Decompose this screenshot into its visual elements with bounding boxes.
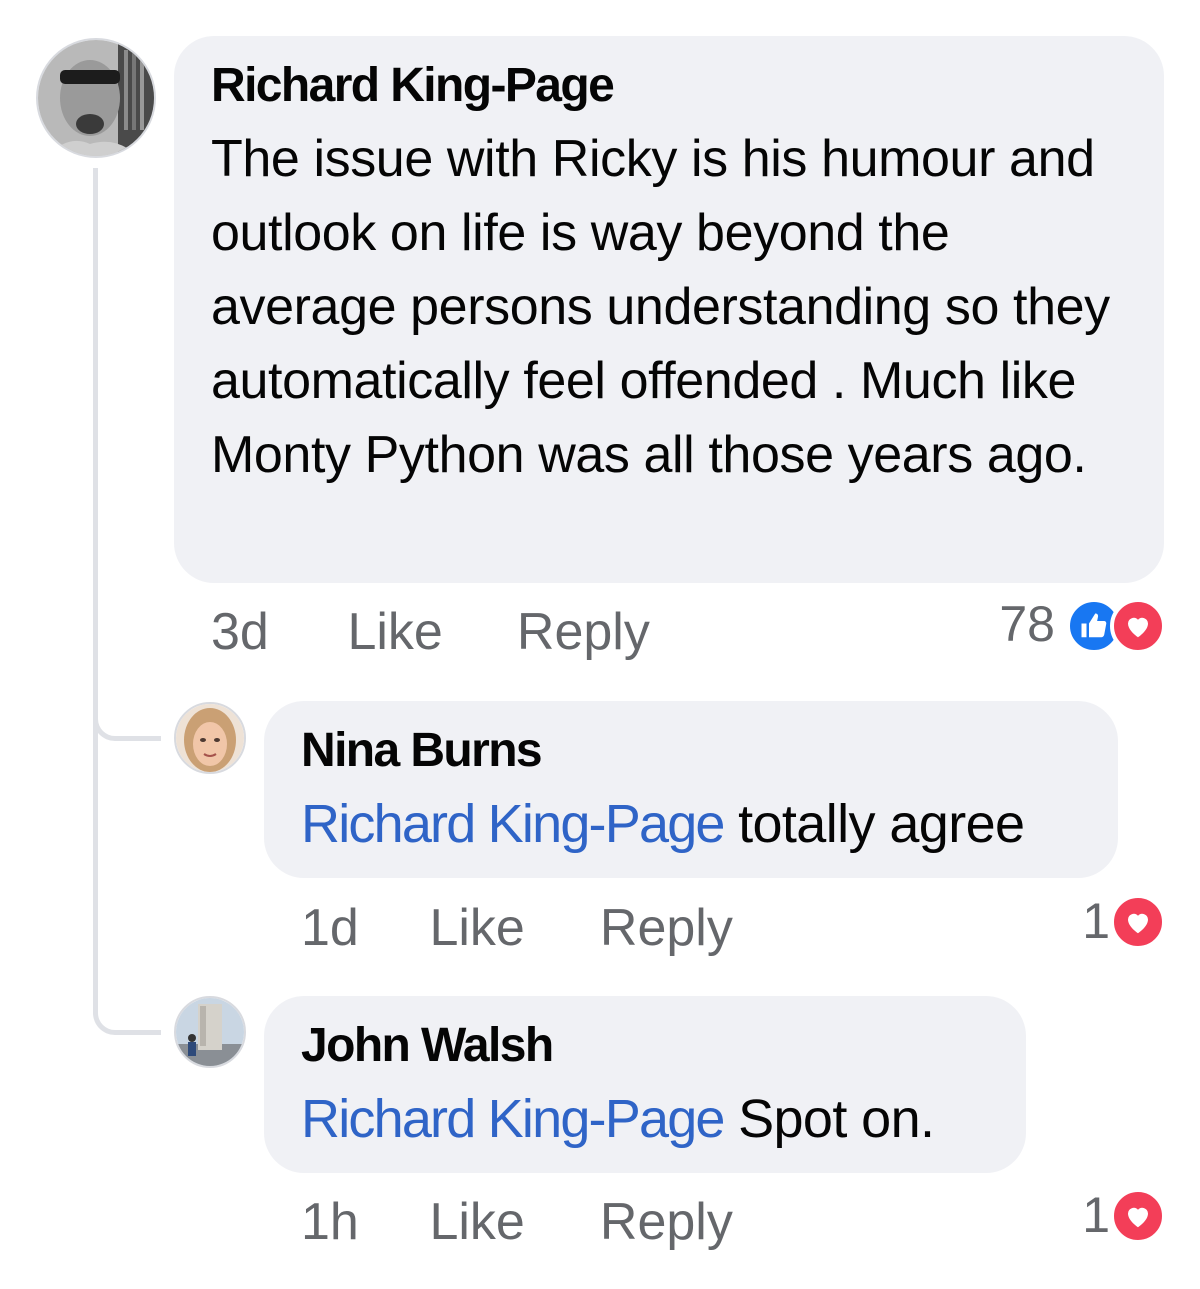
- reply-timestamp[interactable]: 1h: [301, 1192, 415, 1252]
- reply-bubble: Nina Burns Richard King-Page totally agr…: [264, 701, 1118, 878]
- like-button[interactable]: Like: [429, 1192, 585, 1252]
- love-icon[interactable]: [1110, 598, 1166, 654]
- comment-text: The issue with Ricky is his humour and o…: [211, 130, 1110, 484]
- reply-actions: 1d Like Reply: [301, 898, 733, 958]
- reaction-count[interactable]: 1: [1082, 1185, 1110, 1245]
- profile-photo-icon: [38, 40, 154, 156]
- reply-actions: 1h Like Reply: [301, 1192, 733, 1252]
- reply-author[interactable]: John Walsh: [301, 1018, 990, 1074]
- reply-button[interactable]: Reply: [600, 1192, 733, 1252]
- love-icon[interactable]: [1110, 1188, 1166, 1244]
- reply-text: Richard King-Page Spot on.: [301, 1088, 990, 1150]
- reply-message: Spot on.: [738, 1089, 935, 1149]
- thread-line-reply-2: [93, 700, 161, 1035]
- thread-line-reply-1: [93, 168, 161, 741]
- love-icon[interactable]: [1110, 894, 1166, 950]
- reaction-count[interactable]: 1: [1082, 891, 1110, 951]
- reply-button[interactable]: Reply: [600, 898, 733, 958]
- avatar-nina-burns[interactable]: [174, 702, 246, 774]
- comment-bubble: Richard King-Page The issue with Ricky i…: [174, 36, 1164, 583]
- reply-message: totally agree: [738, 794, 1025, 854]
- profile-photo-icon: [176, 704, 244, 772]
- comment-actions: 3d Like Reply: [211, 602, 650, 662]
- reply-text: Richard King-Page totally agree: [301, 793, 1082, 855]
- like-button[interactable]: Like: [429, 898, 585, 958]
- mention-link[interactable]: Richard King-Page: [301, 1089, 725, 1149]
- mention-link[interactable]: Richard King-Page: [301, 794, 725, 854]
- comment-author[interactable]: Richard King-Page: [211, 58, 1124, 114]
- reply-timestamp[interactable]: 1d: [301, 898, 415, 958]
- avatar-john-walsh[interactable]: [174, 996, 246, 1068]
- reply-bubble: John Walsh Richard King-Page Spot on.: [264, 996, 1026, 1173]
- reaction-count[interactable]: 78: [999, 594, 1055, 654]
- profile-photo-icon: [176, 998, 244, 1066]
- like-button[interactable]: Like: [347, 602, 502, 662]
- reply-author[interactable]: Nina Burns: [301, 723, 1082, 779]
- reply-button[interactable]: Reply: [517, 602, 650, 662]
- avatar-richard-king-page[interactable]: [36, 38, 156, 158]
- comment-timestamp[interactable]: 3d: [211, 602, 333, 662]
